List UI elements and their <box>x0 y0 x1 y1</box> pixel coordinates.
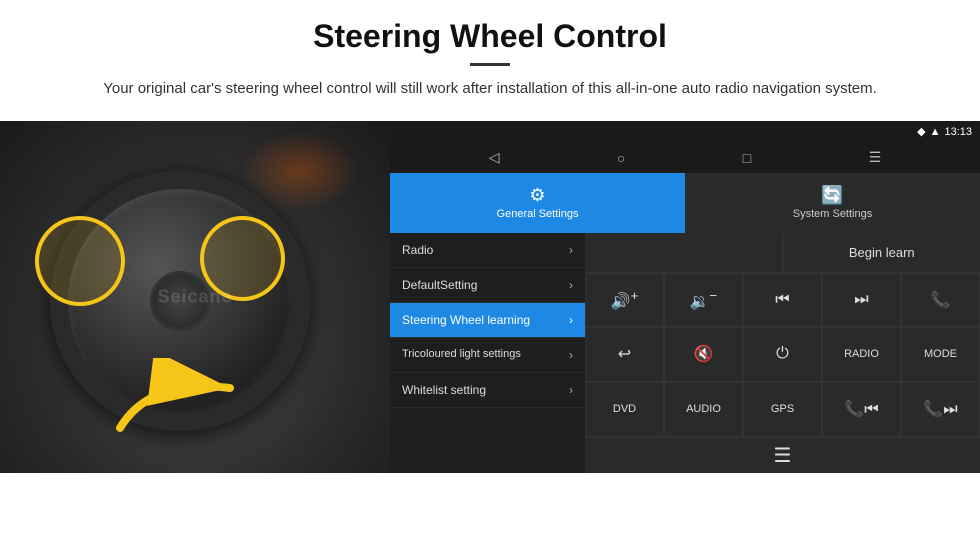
radio-label: RADIO <box>844 348 879 360</box>
control-grid: 🔊+ 🔉− ⏮ ⏭ 📞 ↩ <box>585 273 980 437</box>
menu-item-default[interactable]: DefaultSetting › <box>390 268 585 303</box>
gps-button[interactable]: GPS <box>743 382 822 437</box>
general-settings-icon: ⚙ <box>529 185 545 206</box>
vol-down-button[interactable]: 🔉− <box>664 273 743 328</box>
begin-learn-button[interactable]: Begin learn <box>783 233 980 272</box>
arrow-icon <box>110 358 240 448</box>
mute-icon: 🔇 <box>694 344 714 364</box>
prev-track-icon: ⏮ <box>775 291 789 309</box>
watermark: Seicane <box>157 286 232 307</box>
menu-item-radio[interactable]: Radio › <box>390 233 585 268</box>
dvd-label: DVD <box>613 403 636 415</box>
next-track-button[interactable]: ⏭ <box>822 273 901 328</box>
tab-system-label: System Settings <box>793 208 872 220</box>
bottom-icon-bar: ☰ <box>585 437 980 473</box>
tel-next-icon: 📞⏭ <box>923 399 957 419</box>
page-title: Steering Wheel Control <box>60 18 920 55</box>
tel-prev-button[interactable]: 📞⏮ <box>822 382 901 437</box>
menu-and-controls: Radio › DefaultSetting › Steering Wheel … <box>390 233 980 473</box>
car-image-area: Seicane <box>0 121 390 473</box>
chevron-right-icon: › <box>569 348 573 362</box>
status-icons: ◆ ▲ 13:13 <box>917 125 972 138</box>
time-display: 13:13 <box>944 126 972 138</box>
next-track-icon: ⏭ <box>854 291 868 309</box>
callout-left <box>35 216 125 306</box>
tel-prev-icon: 📞⏮ <box>844 399 878 419</box>
power-button[interactable]: ⏻ <box>743 327 822 382</box>
menu-list: Radio › DefaultSetting › Steering Wheel … <box>390 233 585 473</box>
mute-button[interactable]: 🔇 <box>664 327 743 382</box>
volume-up-icon: 🔊+ <box>611 288 639 311</box>
list-icon: ☰ <box>774 443 792 468</box>
radio-btn[interactable]: RADIO <box>822 327 901 382</box>
mode-button[interactable]: MODE <box>901 327 980 382</box>
menu-item-whitelist[interactable]: Whitelist setting › <box>390 373 585 408</box>
volume-down-icon: 🔉− <box>690 288 718 311</box>
phone-button[interactable]: 📞 <box>901 273 980 328</box>
chevron-right-icon: › <box>569 383 573 397</box>
menu-icon[interactable]: ☰ <box>869 149 882 166</box>
audio-label: AUDIO <box>686 403 721 415</box>
dvd-button[interactable]: DVD <box>585 382 664 437</box>
location-icon: ◆ <box>917 125 925 138</box>
signal-icon: ▲ <box>930 126 941 138</box>
page-header: Steering Wheel Control Your original car… <box>0 0 980 111</box>
control-top-row: Begin learn <box>585 233 980 273</box>
home-icon[interactable]: ○ <box>617 150 625 166</box>
control-area: Begin learn 🔊+ 🔉− ⏮ ⏭ <box>585 233 980 473</box>
mode-label: MODE <box>924 348 957 360</box>
gps-label: GPS <box>771 403 794 415</box>
power-icon: ⏻ <box>776 345 789 363</box>
vol-up-button[interactable]: 🔊+ <box>585 273 664 328</box>
system-settings-icon: 🔄 <box>821 185 843 206</box>
menu-item-tricoloured[interactable]: Tricoloured light settings › <box>390 338 585 373</box>
empty-cell <box>585 233 783 272</box>
chevron-right-icon: › <box>569 313 573 327</box>
chevron-right-icon: › <box>569 278 573 292</box>
hang-up-icon: ↩ <box>618 344 631 364</box>
hang-up-button[interactable]: ↩ <box>585 327 664 382</box>
status-bar: ◆ ▲ 13:13 <box>390 121 980 143</box>
android-panel: ◆ ▲ 13:13 ◁ ○ □ ☰ ⚙ General Settings 🔄 S… <box>390 121 980 473</box>
tab-bar: ⚙ General Settings 🔄 System Settings <box>390 173 980 233</box>
tab-general[interactable]: ⚙ General Settings <box>390 173 685 233</box>
page-subtitle: Your original car's steering wheel contr… <box>90 78 890 101</box>
menu-item-steering[interactable]: Steering Wheel learning › <box>390 303 585 338</box>
audio-button[interactable]: AUDIO <box>664 382 743 437</box>
chevron-right-icon: › <box>569 243 573 257</box>
tab-general-label: General Settings <box>497 208 579 220</box>
back-icon[interactable]: ◁ <box>489 149 500 166</box>
nav-bar: ◁ ○ □ ☰ <box>390 143 980 173</box>
title-divider <box>470 63 510 66</box>
prev-track-button[interactable]: ⏮ <box>743 273 822 328</box>
main-content: Seicane ◆ ▲ 13:13 ◁ ○ □ ☰ ⚙ General Sett… <box>0 121 980 473</box>
tab-system[interactable]: 🔄 System Settings <box>685 173 980 233</box>
phone-icon: 📞 <box>931 290 951 310</box>
tel-next-button[interactable]: 📞⏭ <box>901 382 980 437</box>
recents-icon[interactable]: □ <box>743 150 751 166</box>
